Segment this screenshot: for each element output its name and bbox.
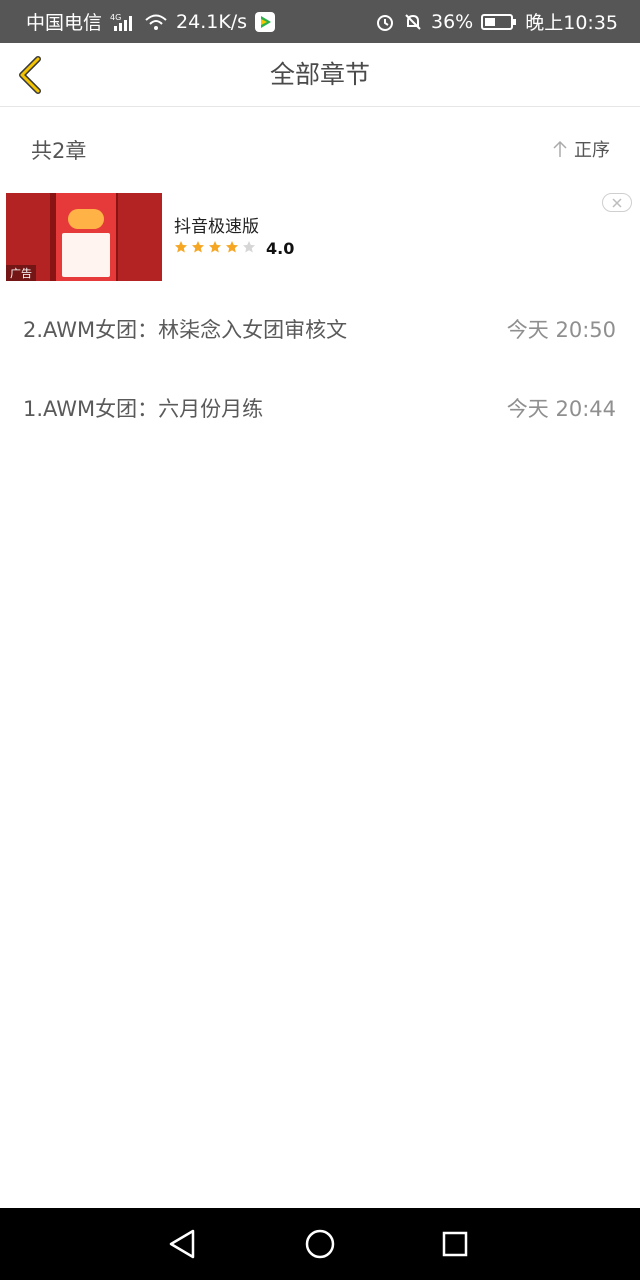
chapter-title: 1.AWM女团：六月份月练: [23, 397, 264, 421]
chapter-summary-row: 共2章 正序: [0, 108, 640, 190]
header: 全部章节: [0, 43, 640, 107]
clock: 晚上10:35: [525, 12, 618, 34]
video-app-icon: [255, 11, 276, 32]
nav-back-button[interactable]: [164, 1226, 200, 1262]
network-speed: 24.1K/s: [176, 10, 248, 33]
network-type-text: 4G: [110, 13, 121, 22]
nav-home-button[interactable]: [302, 1226, 338, 1262]
battery-percent: 36%: [431, 10, 474, 33]
recents-square-icon: [442, 1231, 468, 1257]
ad-rating: 4.0: [266, 239, 295, 258]
carrier-text: 中国电信: [26, 12, 103, 34]
star-filled-icon: [209, 241, 221, 253]
star-empty-icon: [243, 241, 255, 253]
chapter-item[interactable]: 2.AWM女团：林柒念入女团审核文 今天 20:50: [0, 300, 640, 360]
page-title: 全部章节: [269, 60, 370, 89]
chapter-title: 2.AWM女团：林柒念入女团审核文: [23, 318, 348, 342]
wifi-icon: [144, 13, 168, 31]
star-filled-icon: [192, 241, 204, 253]
ad-image[interactable]: 广告: [6, 193, 162, 281]
sort-label: 正序: [574, 140, 610, 161]
star-rating: [174, 240, 256, 254]
home-circle-icon: [305, 1229, 335, 1259]
status-bar: 中国电信 4G 24.1K/s 36% 晚上10:35: [0, 0, 640, 43]
sort-order-button[interactable]: 正序: [552, 136, 610, 162]
alarm-icon: [375, 12, 395, 32]
signal-icon: 4G: [110, 13, 136, 31]
star-filled-icon: [226, 241, 238, 253]
bell-muted-icon: [403, 12, 423, 32]
star-filled-icon: [175, 241, 187, 253]
system-nav-bar: [0, 1208, 640, 1280]
chapter-time: 今天 20:50: [506, 318, 616, 342]
battery-icon: [481, 13, 517, 31]
ad-app-name[interactable]: 抖音极速版: [174, 212, 259, 237]
ad-close-button[interactable]: [602, 193, 632, 212]
ad-tag: 广告: [6, 265, 36, 281]
back-triangle-icon: [169, 1229, 195, 1259]
chapter-item[interactable]: 1.AWM女团：六月份月练 今天 20:44: [0, 379, 640, 439]
nav-recents-button[interactable]: [437, 1226, 473, 1262]
chapter-count: 共2章: [31, 139, 87, 163]
chapter-time: 今天 20:44: [506, 397, 616, 421]
ad-banner[interactable]: 广告 抖音极速版 4.0: [0, 190, 640, 285]
arrow-up-icon: [553, 140, 567, 157]
close-icon: [612, 197, 622, 208]
